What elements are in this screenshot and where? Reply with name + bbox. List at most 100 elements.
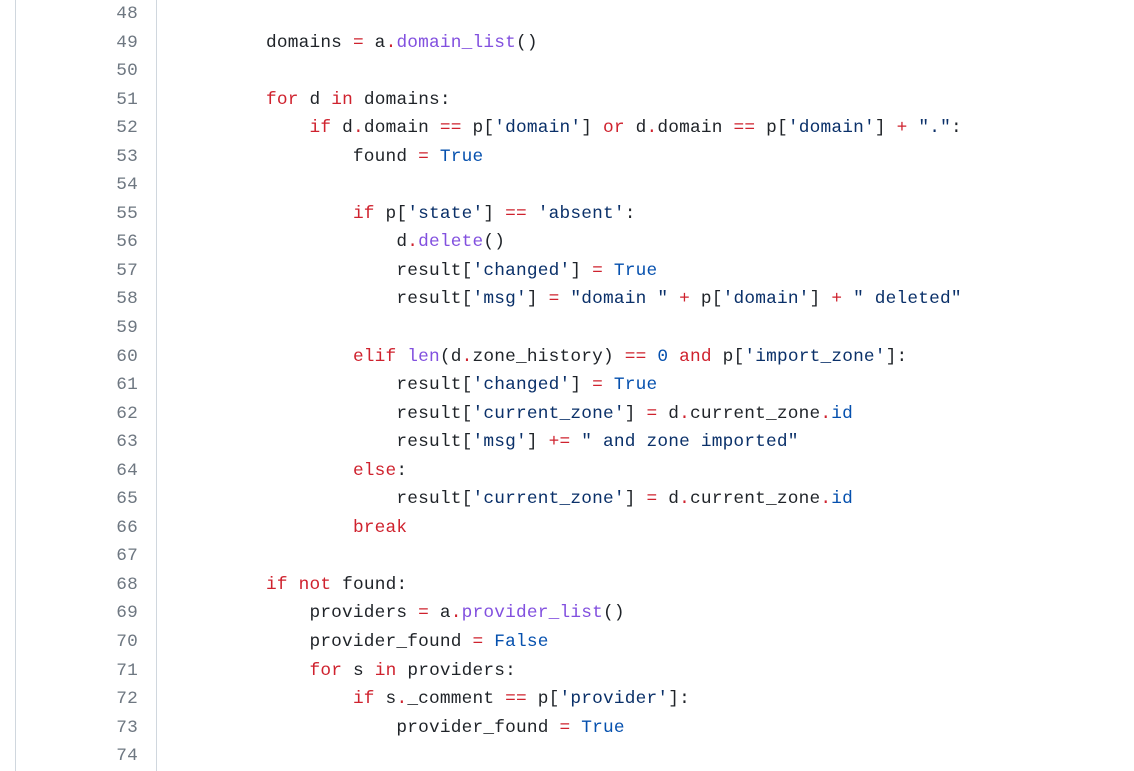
code-token: 'domain' [788, 118, 875, 138]
code-token: ] [875, 118, 897, 138]
code-line[interactable]: break [179, 514, 1134, 543]
code-line[interactable] [179, 0, 1134, 29]
code-token [668, 289, 679, 309]
line-number: 73 [16, 714, 138, 743]
code-token: : [396, 461, 407, 481]
line-number: 65 [16, 485, 138, 514]
code-token [646, 347, 657, 367]
code-line[interactable]: result['current_zone'] = d.current_zone.… [179, 485, 1134, 514]
line-number: 57 [16, 257, 138, 286]
code-token: = [473, 632, 484, 652]
code-token: provider_found [179, 718, 559, 738]
code-token: d [179, 232, 407, 252]
code-token: s [342, 661, 375, 681]
code-line[interactable]: elif len(d.zone_history) == 0 and p['imp… [179, 343, 1134, 372]
code-token [396, 347, 407, 367]
code-line[interactable]: for d in domains: [179, 86, 1134, 115]
code-line[interactable]: else: [179, 457, 1134, 486]
line-number: 60 [16, 343, 138, 372]
code-token [668, 347, 679, 367]
code-token: p[ [690, 289, 723, 309]
code-line[interactable]: result['msg'] = "domain " + p['domain'] … [179, 285, 1134, 314]
code-token: d [657, 404, 679, 424]
code-token: domains [179, 33, 353, 53]
code-token: . [679, 404, 690, 424]
code-token: if [266, 575, 288, 595]
code-token [179, 61, 266, 81]
code-line[interactable]: for s in providers: [179, 657, 1134, 686]
code-token: 'current_zone' [473, 489, 625, 509]
code-line[interactable]: d.delete() [179, 228, 1134, 257]
line-number: 68 [16, 571, 138, 600]
code-token: += [549, 432, 571, 452]
code-token [603, 261, 614, 281]
code-line[interactable]: domains = a.domain_list() [179, 29, 1134, 58]
code-line[interactable]: if p['state'] == 'absent': [179, 200, 1134, 229]
code-token: 'absent' [538, 204, 625, 224]
code-token: 'domain' [494, 118, 581, 138]
code-token: domain [364, 118, 440, 138]
line-number: 63 [16, 428, 138, 457]
code-token [907, 118, 918, 138]
code-token: result[ [179, 432, 473, 452]
code-token: ] [570, 375, 592, 395]
code-line[interactable]: if not found: [179, 571, 1134, 600]
code-line[interactable]: result['current_zone'] = d.current_zone.… [179, 400, 1134, 429]
code-token: + [831, 289, 842, 309]
line-number: 72 [16, 685, 138, 714]
code-token: for [309, 661, 342, 681]
code-line[interactable] [179, 742, 1134, 771]
code-token [179, 4, 266, 24]
code-token [179, 661, 309, 681]
code-content[interactable]: domains = a.domain_list() for d in domai… [156, 0, 1134, 771]
code-token: elif [353, 347, 396, 367]
code-line[interactable]: result['changed'] = True [179, 371, 1134, 400]
code-token: 'changed' [473, 375, 571, 395]
line-number: 50 [16, 57, 138, 86]
code-token: + [897, 118, 908, 138]
code-file-view: 4849505152535455565758596061626364656667… [15, 0, 1134, 771]
code-token: p[ [755, 118, 788, 138]
code-token: == [625, 347, 647, 367]
line-number: 52 [16, 114, 138, 143]
code-line[interactable]: if s._comment == p['provider']: [179, 685, 1134, 714]
line-number: 61 [16, 371, 138, 400]
code-token: + [679, 289, 690, 309]
code-line[interactable]: if d.domain == p['domain'] or d.domain =… [179, 114, 1134, 143]
code-line[interactable]: provider_found = False [179, 628, 1134, 657]
code-line[interactable]: result['msg'] += " and zone imported" [179, 428, 1134, 457]
code-token: result[ [179, 289, 473, 309]
code-token: "domain " [570, 289, 668, 309]
line-number: 69 [16, 599, 138, 628]
line-number: 58 [16, 285, 138, 314]
code-token [179, 461, 353, 481]
code-token: False [494, 632, 548, 652]
code-token: = [592, 375, 603, 395]
code-token: () [603, 603, 625, 623]
code-token: . [407, 232, 418, 252]
code-line[interactable] [179, 57, 1134, 86]
code-token: provider_found [179, 632, 473, 652]
code-line[interactable] [179, 171, 1134, 200]
code-token: ] [483, 204, 505, 224]
code-token: = [646, 404, 657, 424]
code-token: True [581, 718, 624, 738]
code-line[interactable] [179, 314, 1134, 343]
code-token: = [646, 489, 657, 509]
line-number: 51 [16, 86, 138, 115]
code-line[interactable]: provider_found = True [179, 714, 1134, 743]
code-token: . [386, 33, 397, 53]
code-line[interactable]: found = True [179, 143, 1134, 172]
code-token: id [831, 489, 853, 509]
code-token: " and zone imported" [581, 432, 798, 452]
code-line[interactable] [179, 542, 1134, 571]
code-token [179, 175, 353, 195]
code-token: 0 [657, 347, 668, 367]
code-token [527, 204, 538, 224]
code-token [179, 746, 396, 766]
code-token [429, 147, 440, 167]
code-line[interactable]: result['changed'] = True [179, 257, 1134, 286]
code-line[interactable]: providers = a.provider_list() [179, 599, 1134, 628]
line-number: 49 [16, 29, 138, 58]
code-token: or [603, 118, 625, 138]
